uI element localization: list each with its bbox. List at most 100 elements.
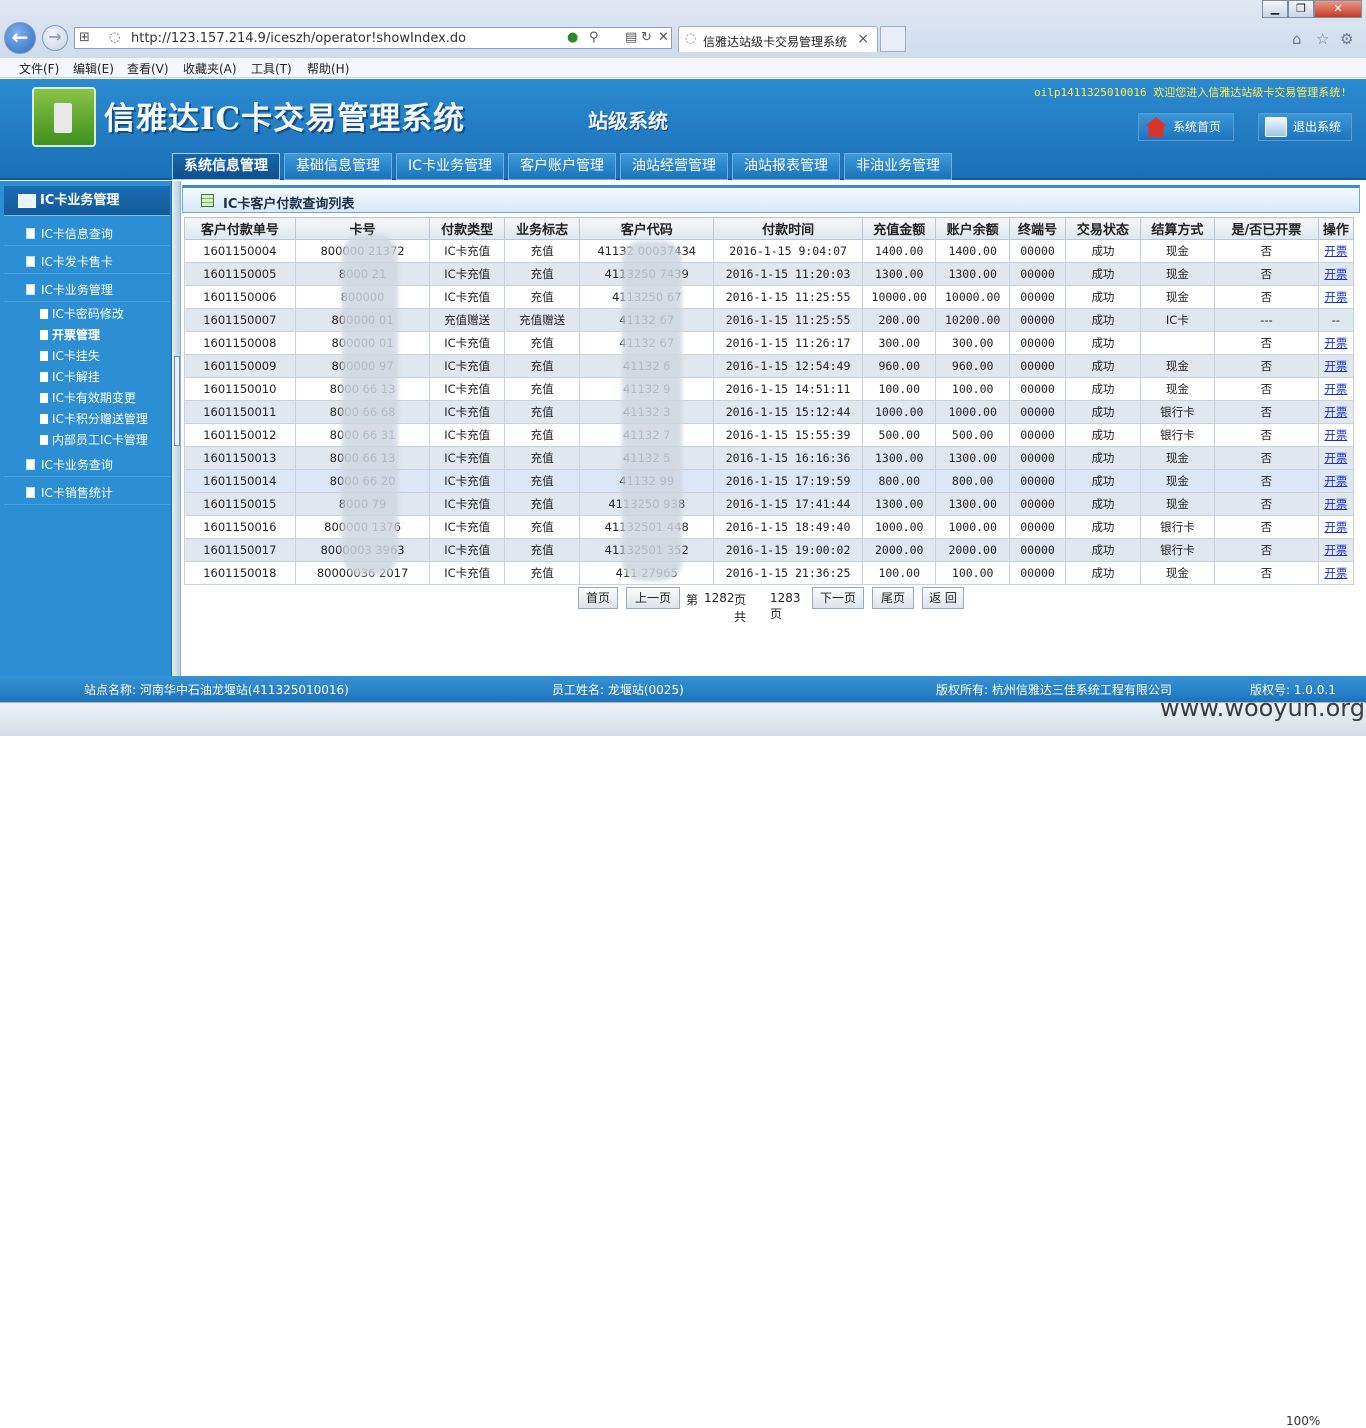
compat-view-icon[interactable]: ⊞ [79,30,90,45]
minimize-icon[interactable]: ▁ [1262,0,1288,18]
tab-non-oil[interactable]: 非油业务管理 [844,153,952,180]
invoice-link[interactable]: 开票 [1324,451,1347,465]
tab-close-icon[interactable]: × [857,31,869,47]
col-header[interactable]: 终端号 [1008,217,1067,240]
menu-edit[interactable]: 编辑(E) [73,60,114,77]
page-info-mid: 页 共 [734,593,747,624]
tab-title[interactable]: 信雅达站级卡交易管理系统 [703,33,847,50]
table-cell: 充值赠送 [429,308,505,332]
col-header[interactable]: 客户代码 [579,217,715,240]
app-subtitle: 站级系统 [588,109,668,133]
table-cell: 1601150005 [184,262,296,286]
tab-customer-account[interactable]: 客户账户管理 [508,153,616,180]
invoice-link[interactable]: 开票 [1324,543,1347,557]
tab-system-info[interactable]: 系统信息管理 [172,153,280,180]
invoice-link[interactable]: 开票 [1324,359,1347,373]
settings-gear-icon[interactable]: ⚙ [1340,30,1353,48]
sidebar-splitter[interactable] [173,181,181,676]
tab-basic-info[interactable]: 基础信息管理 [284,153,392,180]
sidebar-title[interactable]: IC卡业务管理 [4,186,170,216]
invoice-link[interactable]: 开票 [1324,497,1347,511]
address-url[interactable]: http://123.157.214.9/iceszh/operator!sho… [131,31,466,46]
table-cell: 充值 [503,469,581,493]
col-header[interactable]: 客户付款单号 [184,217,296,240]
last-page-button[interactable]: 尾页 [872,587,914,609]
exit-button[interactable]: 退出系统 [1258,113,1352,141]
table-cell: 成功 [1065,492,1141,516]
col-header[interactable]: 账户余额 [935,217,1010,240]
tab-station-ops[interactable]: 油站经营管理 [620,153,728,180]
col-header[interactable]: 结算方式 [1139,217,1216,240]
col-header[interactable]: 业务标志 [503,217,581,240]
zoom-level[interactable]: 100% [1286,1414,1320,1428]
table-cell: 2016-1-15 16:16:36 [713,446,864,470]
table-cell: IC卡充值 [429,538,505,562]
sidebar-sub-staff-card[interactable]: 内部员工IC卡管理 [4,430,170,450]
col-header[interactable]: 操作 [1317,217,1355,240]
table-cell: 1300.00 [862,492,937,516]
table-cell: IC卡充值 [429,469,505,493]
splitter-grip-icon[interactable] [174,356,180,446]
menu-file[interactable]: 文件(F) [19,60,59,77]
search-icon[interactable]: ⚲ [589,30,599,45]
home-button[interactable]: 系统首页 [1138,113,1234,141]
table-cell: 否 [1214,492,1319,516]
sidebar-item-card-issue[interactable]: IC卡发卡售卡 [4,250,170,274]
table-cell: IC卡充值 [429,285,505,309]
menu-tools[interactable]: 工具(T) [251,60,292,77]
stop-icon[interactable]: ✕ [658,30,669,45]
table-cell: 开票 [1317,354,1355,378]
invoice-link[interactable]: 开票 [1324,267,1347,281]
first-page-button[interactable]: 首页 [578,587,618,609]
invoice-link[interactable]: 开票 [1324,290,1347,304]
col-header[interactable]: 是/否已开票 [1214,217,1319,240]
invoice-link[interactable]: 开票 [1324,405,1347,419]
table-cell: 100.00 [935,377,1010,401]
refresh-icon[interactable]: ↻ [641,30,652,45]
maximize-icon[interactable]: ❐ [1288,0,1314,18]
tab-ic-business[interactable]: IC卡业务管理 [396,153,504,180]
col-header[interactable]: 付款时间 [713,217,864,240]
address-bar[interactable]: ⊞ ◌ http://123.157.214.9/iceszh/operator… [74,27,672,49]
table-cell: 1601150007 [184,308,296,332]
browser-tab[interactable]: ◌ 信雅达站级卡交易管理系统 × [678,26,878,52]
next-page-button[interactable]: 下一页 [812,587,864,609]
table-cell: IC卡充值 [429,561,505,585]
sidebar-sub-report-loss[interactable]: IC卡挂失 [4,346,170,366]
sidebar-item-card-query[interactable]: IC卡信息查询 [4,222,170,246]
sidebar-sub-invoice[interactable]: 开票管理 [4,325,170,345]
forward-arrow-icon[interactable]: → [42,25,68,51]
window-close-icon[interactable]: ✕ [1314,0,1362,18]
tab-station-reports[interactable]: 油站报表管理 [732,153,840,180]
sidebar-item-business-query[interactable]: IC卡业务查询 [4,453,170,477]
col-header[interactable]: 充值金额 [862,217,937,240]
new-tab-button[interactable] [880,26,906,52]
prev-page-button[interactable]: 上一页 [626,587,680,609]
sidebar-item-sales-stats[interactable]: IC卡销售统计 [4,481,170,505]
invoice-link[interactable]: 开票 [1324,566,1347,580]
invoice-link[interactable]: 开票 [1324,520,1347,534]
privacy-blur [622,241,682,581]
col-header[interactable]: 交易状态 [1065,217,1141,240]
invoice-link[interactable]: 开票 [1324,428,1347,442]
sidebar-sub-password[interactable]: IC卡密码修改 [4,304,170,324]
sidebar-sub-validity[interactable]: IC卡有效期变更 [4,388,170,408]
invoice-link[interactable]: 开票 [1324,382,1347,396]
green-page-icon[interactable]: ● [567,30,578,45]
menu-favorites[interactable]: 收藏夹(A) [183,60,237,77]
back-arrow-icon[interactable]: ← [4,22,36,54]
favorites-star-icon[interactable]: ☆ [1316,30,1329,48]
col-header[interactable]: 付款类型 [429,217,505,240]
back-button[interactable]: 返 回 [922,587,964,609]
home-icon[interactable]: ⌂ [1292,30,1302,48]
invoice-link[interactable]: 开票 [1324,336,1347,350]
sidebar-item-card-business[interactable]: IC卡业务管理 [4,278,170,302]
sidebar-sub-points[interactable]: IC卡积分赠送管理 [4,409,170,429]
menu-view[interactable]: 查看(V) [127,60,169,77]
compat-icon[interactable]: ▤ [625,30,637,45]
invoice-link[interactable]: 开票 [1324,474,1347,488]
invoice-link[interactable]: 开票 [1324,244,1347,258]
sidebar-sub-unlock[interactable]: IC卡解挂 [4,367,170,387]
menu-help[interactable]: 帮助(H) [307,60,349,77]
table-cell: 充值 [503,262,581,286]
